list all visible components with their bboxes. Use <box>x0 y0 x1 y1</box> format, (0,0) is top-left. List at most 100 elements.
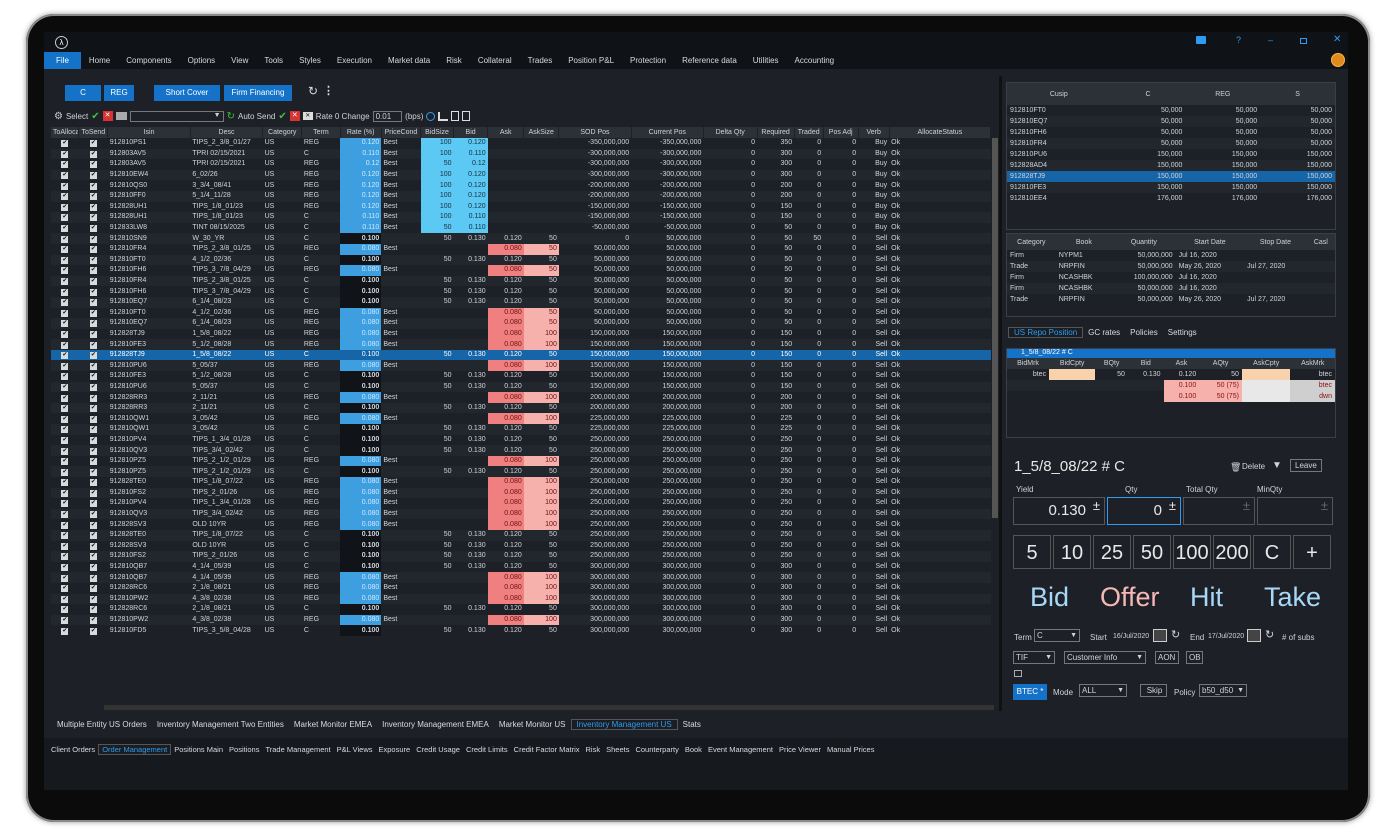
tab-credit-factor-matrix[interactable]: Credit Factor Matrix <box>511 745 583 754</box>
to-allocate-checkbox[interactable]: ✔ <box>51 190 79 202</box>
btec-button[interactable]: BTEC * <box>1013 684 1047 700</box>
to-send-checkbox[interactable]: ✔ <box>78 593 108 605</box>
cell-rate[interactable]: 0.080 <box>340 360 382 372</box>
delete-button[interactable]: Delete <box>1242 462 1265 471</box>
to-allocate-checkbox[interactable]: ✔ <box>51 529 79 541</box>
to-send-checkbox[interactable]: ✔ <box>78 508 108 520</box>
cell-rate[interactable]: 0.080 <box>340 392 382 403</box>
list-item[interactable]: Firm NCASHBK 100,000,000 Jul 16, 2020 <box>1007 272 1335 283</box>
table-row[interactable]: ✔ ✔ 912828TJ9 1_5/8_08/22 US C 0.100 50 0.130 0.1… <box>51 349 991 361</box>
cell-term[interactable]: REG <box>301 318 341 329</box>
to-allocate-checkbox[interactable]: ✔ <box>51 223 79 234</box>
to-send-checkbox[interactable]: ✔ <box>78 614 108 626</box>
to-allocate-checkbox[interactable]: ✔ <box>51 329 79 340</box>
tab-settings[interactable]: Settings <box>1163 328 1202 337</box>
check-icon[interactable]: ✔ <box>91 111 99 122</box>
to-allocate-checkbox[interactable]: ✔ <box>51 138 79 149</box>
column-header[interactable]: SOD Pos <box>558 127 632 138</box>
column-header[interactable]: Category <box>262 127 303 138</box>
tab-credit-limits[interactable]: Credit Limits <box>463 745 511 754</box>
list-item[interactable]: 912810EE4 176,000 176,000 176,000 <box>1007 193 1335 204</box>
cusip-column-header[interactable]: C <box>1110 83 1186 105</box>
cell-rate[interactable]: 0.080 <box>340 477 382 488</box>
cell-rate[interactable]: 0.100 <box>340 275 382 287</box>
cell-rate[interactable]: 0.100 <box>340 233 382 244</box>
cell-term[interactable]: REG <box>301 360 341 372</box>
to-send-checkbox[interactable]: ✔ <box>78 424 108 435</box>
cell-term[interactable]: C <box>301 381 341 393</box>
to-allocate-checkbox[interactable]: ✔ <box>51 625 79 636</box>
table-row[interactable]: ✔ ✔ 912810SN9 W_30_YR US C 0.100 50 0.130 0.120 50… <box>51 233 991 244</box>
table-row[interactable]: ✔ ✔ 912828TJ9 1_5/8_08/22 US REG 0.080 Best 0.08… <box>51 328 991 340</box>
column-header[interactable]: Current Pos <box>631 127 704 138</box>
qty-input[interactable]: 0 ± <box>1107 497 1181 525</box>
table-row[interactable]: ✔ ✔ 912803AV5 TPRI 02/15/2021 US C 0.110 Best 10… <box>51 148 991 160</box>
to-send-checkbox[interactable]: ✔ <box>78 296 108 308</box>
leave-button[interactable]: Leave <box>1290 459 1322 472</box>
menu-protection[interactable]: Protection <box>622 52 674 69</box>
column-header[interactable]: Verb <box>858 127 890 138</box>
trash-icon[interactable]: 🗑 <box>1230 462 1241 473</box>
table-row[interactable]: ✔ ✔ 912810QV3 TIPS_3/4_02/42 US REG 0.080 Best 0… <box>51 508 991 520</box>
to-allocate-checkbox[interactable]: ✔ <box>51 551 79 562</box>
cusip-column-header[interactable]: Cusip <box>1007 83 1111 105</box>
list-item[interactable]: Trade NRPFIN 50,000,000 May 26, 2020 Jul 27,… <box>1007 261 1335 272</box>
to-allocate-checkbox[interactable]: ✔ <box>51 148 79 160</box>
cell-rate[interactable]: 0.080 <box>340 318 382 329</box>
to-send-checkbox[interactable]: ✔ <box>79 498 108 509</box>
term-dropdown[interactable]: C ▼ <box>1034 629 1080 642</box>
table-row[interactable]: ✔ ✔ 912810FH6 TIPS_3_7/8_04/29 US C 0.100 50 0.1… <box>51 286 991 297</box>
to-allocate-checkbox[interactable]: ✔ <box>51 445 79 456</box>
to-allocate-checkbox[interactable]: ✔ <box>51 308 79 319</box>
repo-column-header[interactable]: Stop Date <box>1244 234 1307 250</box>
table-row[interactable]: ✔ ✔ 912810QV3 TIPS_3/4_02/42 US C 0.100 50 0.130… <box>51 445 991 456</box>
column-header[interactable]: ToSend <box>78 127 109 138</box>
maximize-icon[interactable] <box>1300 38 1307 44</box>
cell-rate[interactable]: 0.100 <box>340 402 382 414</box>
cell-term[interactable]: C <box>302 541 340 552</box>
more-icon[interactable]: ⋮ <box>323 84 334 97</box>
column-header[interactable]: Desc <box>190 127 264 138</box>
to-send-checkbox[interactable]: ✔ <box>79 138 108 149</box>
tab-manual-prices[interactable]: Manual Prices <box>824 745 878 754</box>
to-allocate-checkbox[interactable]: ✔ <box>51 572 79 583</box>
to-send-checkbox[interactable]: ✔ <box>79 286 108 297</box>
menu-options[interactable]: Options <box>180 52 224 69</box>
to-send-checkbox[interactable]: ✔ <box>78 212 108 223</box>
end-calendar-icon[interactable] <box>1247 629 1261 642</box>
cell-rate[interactable]: 0.100 <box>340 424 382 435</box>
table-row[interactable]: ✔ ✔ 912810QB7 4_1/4_05/39 US REG 0.080 Best 0.08… <box>51 572 991 583</box>
menu-market-data[interactable]: Market data <box>380 52 438 69</box>
cell-term[interactable]: REG <box>301 614 341 626</box>
document-copy-icon[interactable] <box>462 111 471 121</box>
expand-icon[interactable] <box>1014 670 1022 677</box>
to-send-checkbox[interactable]: ✔ <box>78 402 108 414</box>
menu-file[interactable]: File <box>44 52 81 69</box>
cell-rate[interactable]: 0.100 <box>340 625 382 636</box>
to-send-checkbox[interactable]: ✔ <box>79 244 108 255</box>
calendar-icon[interactable] <box>1153 629 1167 642</box>
cell-rate[interactable]: 0.080 <box>340 498 382 509</box>
hit-button[interactable]: Hit <box>1190 582 1223 613</box>
table-row[interactable]: ✔ ✔ 912810PZ5 TIPS_2_1/2_01/29 US REG 0.080 Bes… <box>51 455 991 467</box>
list-item[interactable]: 0.100 50 (75) btec <box>1007 380 1335 391</box>
repo-column-header[interactable]: Category <box>1007 234 1056 250</box>
cell-rate[interactable]: 0.080 <box>340 339 382 350</box>
globe-icon[interactable] <box>1331 53 1345 67</box>
column-header[interactable]: ToAlloca <box>51 127 80 138</box>
mode-dropdown[interactable]: ALL ▼ <box>1079 684 1127 697</box>
tab-gc-rates[interactable]: GC rates <box>1083 328 1125 337</box>
repo-column-header[interactable]: Casl <box>1306 234 1335 250</box>
to-send-checkbox[interactable]: ✔ <box>79 392 108 403</box>
tab-positions[interactable]: Positions <box>226 745 262 754</box>
table-row[interactable]: ✔ ✔ 912810PS1 TIPS_2_3/8_01/27 US REG 0.120 Bes… <box>51 138 991 149</box>
cell-rate[interactable]: 0.120 <box>340 190 382 202</box>
to-allocate-checkbox[interactable]: ✔ <box>51 562 79 573</box>
grid-horizontal-scrollbar[interactable] <box>104 705 994 710</box>
tab-exposure[interactable]: Exposure <box>376 745 414 754</box>
cell-rate[interactable]: 0.120 <box>340 201 382 213</box>
to-allocate-checkbox[interactable]: ✔ <box>51 392 79 403</box>
cell-term[interactable]: REG <box>302 202 340 213</box>
column-header[interactable]: Isin <box>107 127 191 138</box>
rate-change-input[interactable]: 0.01 <box>372 110 403 122</box>
